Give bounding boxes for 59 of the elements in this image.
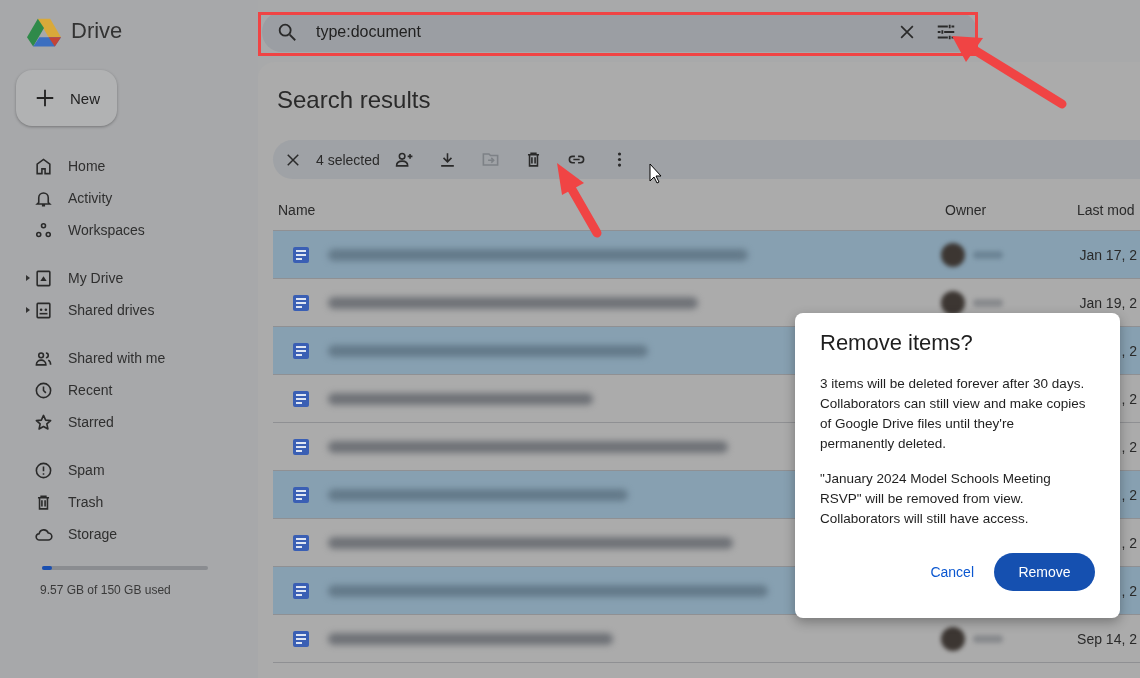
date-cell-text: , 2: [1121, 533, 1137, 553]
search-icon: [276, 21, 298, 43]
shared-drives-icon: [34, 300, 53, 320]
document-icon: [293, 390, 309, 407]
document-icon: [293, 630, 309, 647]
date-cell-text: , 2: [1121, 581, 1137, 601]
document-icon: [293, 438, 309, 455]
sidebar-item[interactable]: Shared drives: [0, 294, 258, 326]
document-icon: [293, 294, 309, 311]
blurred-avatar: [941, 243, 965, 267]
date-cell-text: , 2: [1121, 437, 1137, 457]
date-cell-text: Jan 17, 2: [1079, 245, 1137, 265]
date-cell-text: Sep 14, 2: [1077, 629, 1137, 649]
sidebar-item[interactable]: Home: [0, 150, 258, 182]
page-title: Search results: [276, 85, 431, 115]
add-person-icon[interactable]: [394, 150, 414, 169]
sidebar-item[interactable]: Activity: [0, 182, 258, 214]
document-icon: [293, 582, 309, 599]
date-cell-text: Jan 19, 2: [1079, 293, 1137, 313]
document-icon: [293, 534, 309, 551]
storage-text: 9.57 GB of 150 GB used: [40, 583, 172, 597]
new-button[interactable]: New: [16, 70, 117, 126]
dialog-title: Remove items?: [820, 330, 974, 356]
warning-icon: [34, 460, 53, 480]
blurred-avatar: [941, 291, 965, 315]
expand-arrow-icon[interactable]: [26, 275, 30, 281]
document-icon: [293, 342, 309, 359]
date-cell-text: , 2: [1121, 341, 1137, 361]
sidebar-item[interactable]: Starred: [0, 406, 258, 438]
column-header[interactable]: Owner: [945, 202, 1077, 218]
sidebar-item[interactable]: Trash: [0, 486, 258, 518]
plus-icon: [34, 87, 56, 109]
workspaces-icon: [34, 220, 53, 240]
file-row[interactable]: Jan 17, 2: [273, 231, 1140, 279]
blurred-owner-name: [973, 635, 1003, 643]
sidebar-item[interactable]: Recent: [0, 374, 258, 406]
sidebar-item[interactable]: Shared with me: [0, 342, 258, 374]
sidebar-item[interactable]: Workspaces: [0, 214, 258, 246]
app-name: Drive: [71, 18, 123, 44]
document-icon: [293, 246, 309, 263]
date-cell-text: , 2: [1121, 485, 1137, 505]
selection-count: 4 selected: [316, 151, 380, 168]
pointer-cursor-icon: [649, 163, 662, 184]
document-icon: [293, 486, 309, 503]
blurred-owner-name: [973, 251, 1003, 259]
drive-folder-icon: [34, 268, 53, 288]
star-icon: [34, 412, 53, 432]
home-icon: [34, 156, 53, 176]
sidebar-item[interactable]: My Drive: [0, 262, 258, 294]
column-header[interactable]: Name: [273, 202, 945, 218]
sidebar-item[interactable]: Spam: [0, 454, 258, 486]
date-cell-text: , 2: [1121, 389, 1137, 409]
sidebar-item[interactable]: Storage: [0, 518, 258, 550]
remove-button[interactable]: Remove: [994, 553, 1095, 591]
expand-arrow-icon[interactable]: [26, 307, 30, 313]
column-header[interactable]: Last mod: [1077, 202, 1135, 218]
blurred-avatar: [941, 627, 965, 651]
clock-icon: [34, 380, 53, 400]
blurred-owner-name: [973, 299, 1003, 307]
